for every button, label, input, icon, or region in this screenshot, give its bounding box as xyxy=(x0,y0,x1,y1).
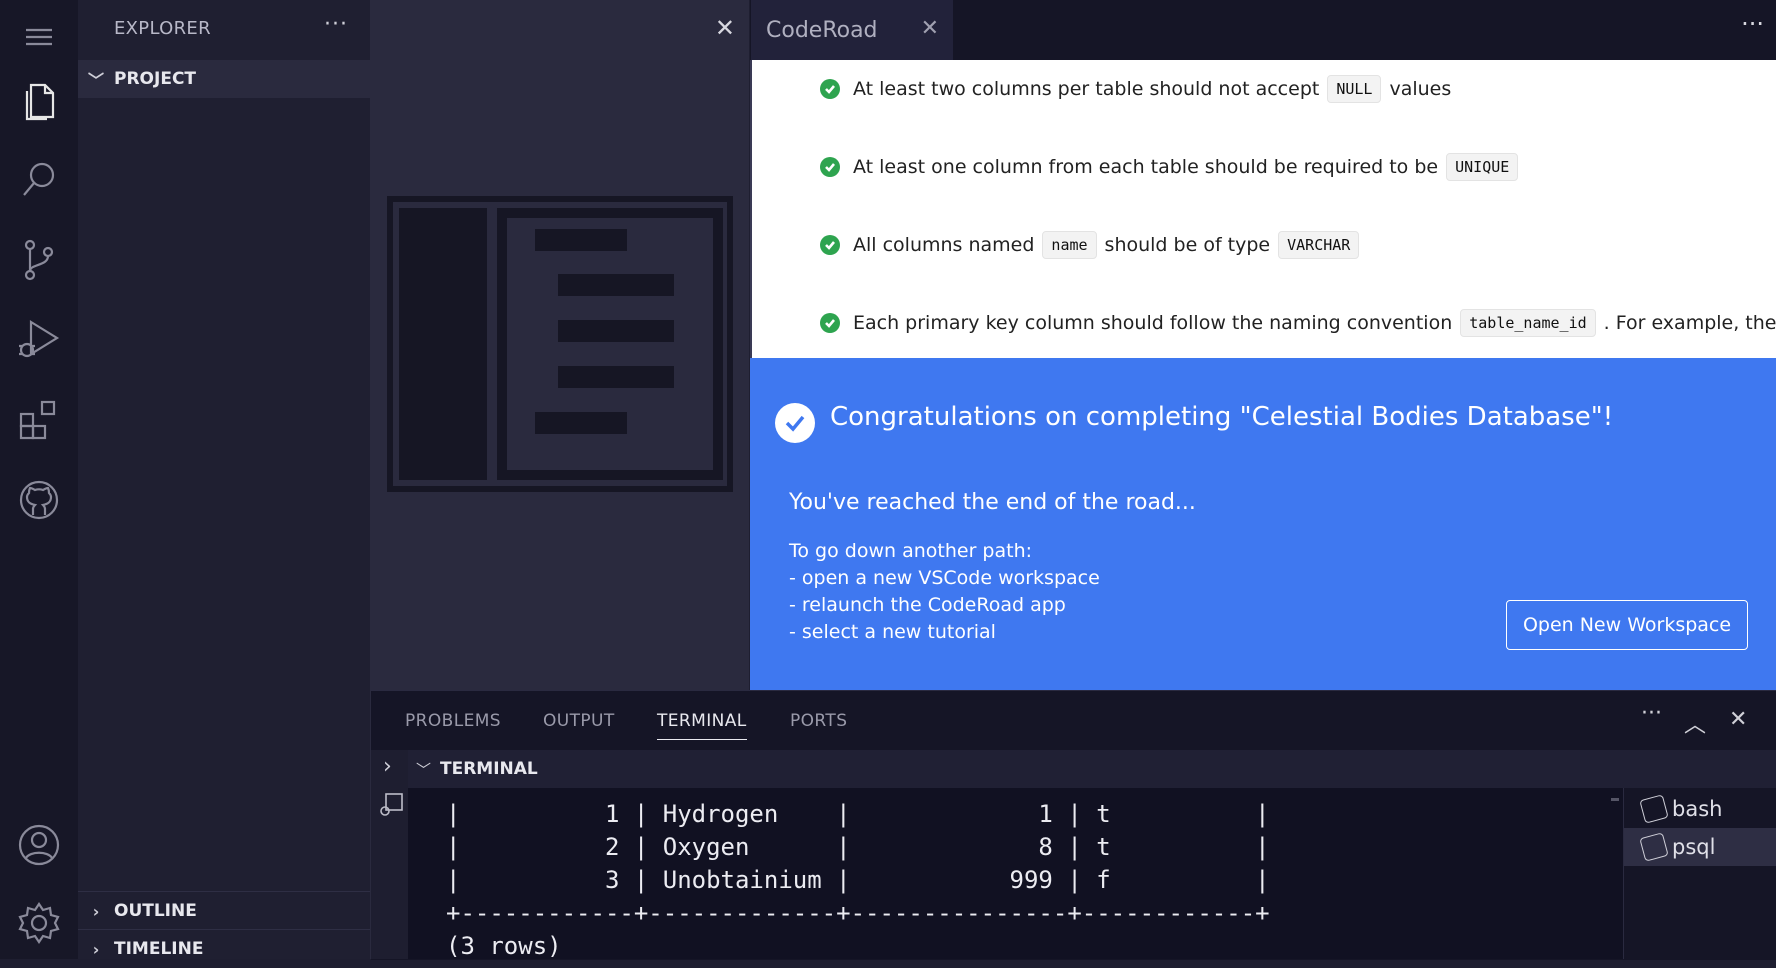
check-icon xyxy=(820,313,840,333)
check-icon xyxy=(820,235,840,255)
source-control-icon[interactable] xyxy=(0,225,78,295)
github-icon[interactable] xyxy=(0,465,78,535)
run-debug-icon[interactable] xyxy=(0,305,78,375)
close-panel-icon[interactable]: ✕ xyxy=(1729,707,1747,732)
tab-terminal[interactable]: TERMINAL xyxy=(657,711,747,740)
maximize-panel-icon[interactable]: ︿ xyxy=(1684,707,1706,739)
chevron-right-icon[interactable]: › xyxy=(383,754,392,779)
step-item: At least one column from each table shou… xyxy=(820,153,1526,181)
check-icon xyxy=(820,79,840,99)
extensions-icon[interactable] xyxy=(0,385,78,455)
check-circle-icon xyxy=(775,403,815,443)
step-code: name xyxy=(1042,231,1097,259)
terminal-line: (3 rows) xyxy=(446,932,562,960)
step-item: At least two columns per table should no… xyxy=(820,75,1451,103)
empty-editor-group: ✕ xyxy=(371,0,749,690)
terminal-header-label: TERMINAL xyxy=(440,759,538,779)
section-project-label: PROJECT xyxy=(114,69,197,89)
chevron-down-icon: ﹀ xyxy=(87,71,104,90)
editor-tab-bar: CodeRoad ✕ ··· xyxy=(750,0,1776,60)
terminal-line: | 2 | Oxygen | 8 | t | xyxy=(446,833,1270,861)
chevron-right-icon: › xyxy=(92,939,100,959)
instruction-line: - relaunch the CodeRoad app xyxy=(789,594,1066,616)
terminal-instance-psql[interactable]: psql xyxy=(1624,828,1776,866)
terminal-shell-icon xyxy=(1639,794,1669,824)
open-new-workspace-button[interactable]: Open New Workspace xyxy=(1506,600,1748,650)
terminal-shell-icon xyxy=(1639,832,1669,862)
terminal-instance-list: bash psql xyxy=(1623,788,1776,959)
instruction-line: - open a new VSCode workspace xyxy=(789,567,1100,589)
banner-instructions: To go down another path: - open a new VS… xyxy=(789,538,1100,646)
step-text: Each primary key column should follow th… xyxy=(853,312,1453,334)
tab-output[interactable]: OUTPUT xyxy=(543,711,615,731)
section-timeline[interactable]: › TIMELINE xyxy=(78,929,370,968)
step-text: should be of type xyxy=(1104,234,1271,256)
close-tab-icon[interactable]: ✕ xyxy=(921,16,939,41)
explorer-more-actions-icon[interactable]: ··· xyxy=(324,12,348,37)
search-icon[interactable] xyxy=(0,145,78,215)
step-text: All columns named xyxy=(853,234,1035,256)
step-item: All columns named name should be of type… xyxy=(820,231,1367,259)
accounts-icon[interactable] xyxy=(0,810,78,880)
editor-watermark-icon xyxy=(387,196,733,492)
scrollbar[interactable] xyxy=(1611,798,1619,801)
settings-gear-icon[interactable] xyxy=(0,888,78,958)
tab-coderoad-label: CodeRoad xyxy=(766,17,878,43)
terminal-output[interactable]: | 1 | Hydrogen | 1 | t | | 2 | Oxygen | … xyxy=(408,788,1623,960)
explorer-icon[interactable] xyxy=(0,65,78,135)
terminal-line: | 3 | Unobtainium | 999 | f | xyxy=(446,866,1270,894)
step-code: VARCHAR xyxy=(1278,231,1360,259)
section-outline-label: OUTLINE xyxy=(114,901,197,921)
step-text: . For example, the xyxy=(1603,312,1776,334)
step-text: values xyxy=(1389,78,1452,100)
step-item: Each primary key column should follow th… xyxy=(820,309,1776,337)
instruction-line: To go down another path: xyxy=(789,540,1033,562)
terminal-gutter: › xyxy=(371,750,408,959)
step-code: UNIQUE xyxy=(1446,153,1519,181)
terminal-line: +------------+-------------+------------… xyxy=(446,899,1270,927)
activity-bar xyxy=(0,0,78,959)
explorer-sidebar: EXPLORER ··· ﹀ PROJECT › OUTLINE › TIMEL… xyxy=(78,0,371,959)
terminal-instance-label: psql xyxy=(1672,835,1716,859)
terminal-instance-label: bash xyxy=(1672,797,1723,821)
step-text: At least two columns per table should no… xyxy=(853,78,1320,100)
congratulations-banner: Congratulations on completing "Celestial… xyxy=(750,358,1776,690)
terminal-instance-bash[interactable]: bash xyxy=(1624,790,1776,828)
tab-ports[interactable]: PORTS xyxy=(790,711,847,731)
chevron-right-icon: › xyxy=(92,901,100,921)
step-code: table_name_id xyxy=(1460,309,1596,337)
section-timeline-label: TIMELINE xyxy=(114,939,204,959)
banner-subtitle: You've reached the end of the road... xyxy=(789,490,1196,515)
banner-title: Congratulations on completing "Celestial… xyxy=(830,402,1614,432)
chevron-down-icon: ﹀ xyxy=(416,760,432,779)
tab-coderoad[interactable]: CodeRoad ✕ xyxy=(751,0,953,60)
explorer-title: EXPLORER xyxy=(114,18,211,39)
terminal-line: | 1 | Hydrogen | 1 | t | xyxy=(446,800,1270,828)
step-text: At least one column from each table shou… xyxy=(853,156,1439,178)
panel-more-actions-icon[interactable]: ··· xyxy=(1641,701,1662,726)
instruction-line: - select a new tutorial xyxy=(789,621,996,643)
check-icon xyxy=(820,157,840,177)
editor-more-actions-icon[interactable]: ··· xyxy=(1741,10,1764,38)
close-editor-group-icon[interactable]: ✕ xyxy=(715,14,735,42)
coderoad-content: At least two columns per table should no… xyxy=(750,60,1776,360)
tab-problems[interactable]: PROBLEMS xyxy=(405,711,501,731)
step-code: NULL xyxy=(1327,75,1382,103)
terminal-section-header[interactable]: ﹀ TERMINAL xyxy=(408,750,1776,788)
section-outline[interactable]: › OUTLINE xyxy=(78,891,370,930)
debug-console-icon[interactable] xyxy=(378,792,404,818)
menu-icon[interactable] xyxy=(0,2,78,72)
section-project[interactable]: ﹀ PROJECT xyxy=(78,60,370,98)
